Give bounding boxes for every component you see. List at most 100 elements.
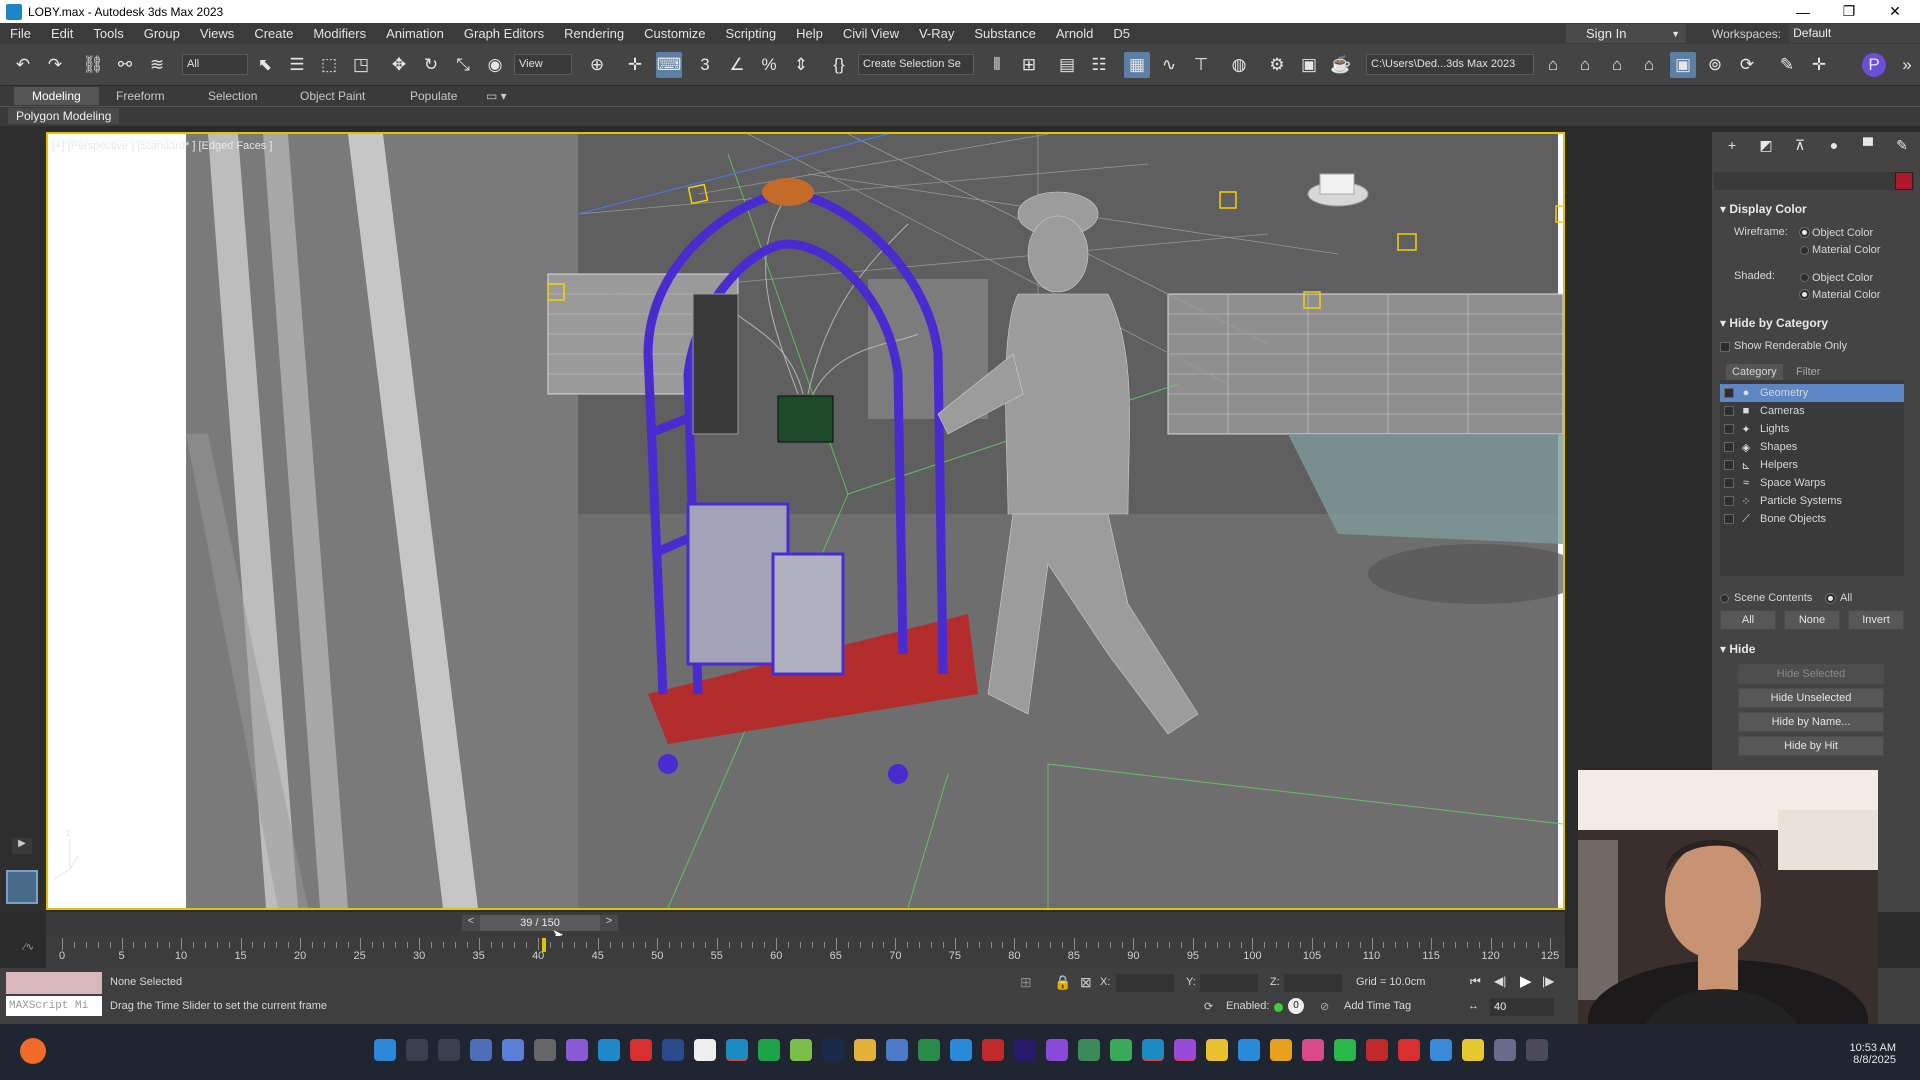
- track-bar[interactable]: ⁄∿ 0 5 10 15 20 25 30 35 40 45 50 55 60 65 70 75 80 85 90 9…: [24, 936, 1565, 968]
- pivot-center-icon[interactable]: ⊕: [584, 52, 610, 78]
- ribbon-options-icon[interactable]: ▭ ▾: [480, 87, 513, 105]
- project-settings-icon[interactable]: ⌂: [1604, 52, 1630, 78]
- weather-widget-icon[interactable]: [20, 1038, 46, 1064]
- show-renderable-only-checkbox[interactable]: [1720, 342, 1730, 352]
- category-checkbox[interactable]: [1724, 478, 1734, 488]
- app-icon[interactable]: [534, 1039, 556, 1061]
- snaps-toggle-icon[interactable]: 3: [692, 52, 718, 78]
- tab-selection[interactable]: Selection: [190, 87, 275, 105]
- reference-coord-select[interactable]: View: [514, 54, 572, 75]
- modify-tab-icon[interactable]: ◩: [1754, 134, 1778, 156]
- shaded-material-color-radio[interactable]: [1800, 290, 1809, 299]
- opera-browser-icon[interactable]: [630, 1039, 652, 1061]
- none-button[interactable]: None: [1784, 610, 1840, 630]
- absolute-mode-icon[interactable]: ⊠: [1080, 974, 1092, 991]
- copilot-icon[interactable]: [502, 1039, 524, 1061]
- add-time-tag-button[interactable]: Add Time Tag: [1344, 1000, 1411, 1012]
- motion-tab-icon[interactable]: ●: [1822, 134, 1846, 156]
- whatsapp-icon[interactable]: [1334, 1039, 1356, 1061]
- window-crossing-icon[interactable]: ◳: [348, 52, 374, 78]
- create-tab-icon[interactable]: +: [1720, 134, 1744, 156]
- photoshop-icon[interactable]: [822, 1039, 844, 1061]
- tab-filter[interactable]: Filter: [1796, 366, 1820, 378]
- transform-tool-icon[interactable]: ✛: [1806, 52, 1832, 78]
- current-frame-field[interactable]: 40: [1490, 998, 1554, 1016]
- scene-explorer-icon[interactable]: ▤: [1054, 52, 1080, 78]
- y-coordinate-field[interactable]: [1200, 974, 1258, 992]
- time-slider-thumb[interactable]: 39 / 150: [480, 915, 600, 931]
- menu-views[interactable]: Views: [190, 26, 244, 41]
- pin-tool-icon[interactable]: ✎: [1774, 52, 1800, 78]
- project-folder-icon[interactable]: ⌂: [1636, 52, 1662, 78]
- next-frame-icon[interactable]: |▶: [1542, 974, 1554, 988]
- app-icon[interactable]: [662, 1039, 684, 1061]
- hide-by-name-button[interactable]: Hide by Name...: [1738, 712, 1884, 732]
- tab-category[interactable]: Category: [1726, 364, 1783, 380]
- polygon-modeling-panel[interactable]: Polygon Modeling: [8, 108, 120, 124]
- edit-named-sets-icon[interactable]: {}: [826, 52, 852, 78]
- category-item-geometry[interactable]: ● Geometry: [1720, 384, 1904, 402]
- select-manipulate-icon[interactable]: ✛: [622, 52, 648, 78]
- file-explorer-icon[interactable]: [854, 1039, 876, 1061]
- key-mode-icon[interactable]: ↔: [1468, 1000, 1479, 1012]
- material-editor-icon[interactable]: ◍: [1226, 52, 1252, 78]
- toolbar-overflow-icon[interactable]: »: [1894, 52, 1920, 78]
- menu-tools[interactable]: Tools: [83, 26, 133, 41]
- all-radio[interactable]: [1826, 594, 1835, 603]
- mirror-icon[interactable]: ⫴: [984, 52, 1010, 78]
- chrome-icon[interactable]: [1430, 1039, 1452, 1061]
- app-icon[interactable]: [1398, 1039, 1420, 1061]
- close-button[interactable]: ✕: [1872, 0, 1918, 23]
- start-button-icon[interactable]: [374, 1039, 396, 1061]
- minimize-button[interactable]: —: [1780, 0, 1826, 23]
- viewport-layout-thumbnail[interactable]: [6, 870, 38, 904]
- x-coordinate-field[interactable]: [1116, 974, 1174, 992]
- curve-toggle-icon[interactable]: ⁄∿: [24, 942, 34, 953]
- named-selection-set-select[interactable]: Create Selection Se: [858, 54, 974, 75]
- menu-create[interactable]: Create: [244, 26, 303, 41]
- layer-explorer-icon[interactable]: ☷: [1086, 52, 1112, 78]
- hide-by-category-rollout[interactable]: Hide by Category: [1720, 316, 1828, 330]
- category-item-space-warps[interactable]: ≈ Space Warps: [1720, 474, 1904, 492]
- autocad-icon[interactable]: [694, 1039, 716, 1061]
- tab-object-paint[interactable]: Object Paint: [282, 87, 383, 105]
- menu-rendering[interactable]: Rendering: [554, 26, 634, 41]
- app-icon[interactable]: [1270, 1039, 1292, 1061]
- shaded-object-color-radio[interactable]: [1800, 273, 1809, 282]
- prev-frame-icon[interactable]: ◀|: [1494, 974, 1506, 988]
- move-icon[interactable]: ✥: [386, 52, 412, 78]
- expand-layout-icon[interactable]: ▶: [12, 838, 32, 854]
- save-icon[interactable]: ▣: [1670, 52, 1696, 78]
- scene-contents-radio[interactable]: [1720, 594, 1729, 603]
- select-object-icon[interactable]: ⬉: [252, 52, 278, 78]
- maxscript-mini-listener[interactable]: MAXScript Mi: [6, 996, 102, 1016]
- app-icon[interactable]: [1046, 1039, 1068, 1061]
- app-icon[interactable]: [1110, 1039, 1132, 1061]
- menu-arnold[interactable]: Arnold: [1046, 26, 1104, 41]
- category-item-particle-systems[interactable]: ⁘ Particle Systems: [1720, 492, 1904, 510]
- wireframe-object-color-radio[interactable]: [1800, 228, 1809, 237]
- app-icon[interactable]: [1238, 1039, 1260, 1061]
- app-icon[interactable]: [1526, 1039, 1548, 1061]
- perspective-viewport[interactable]: z [+] [Perspective ] [Standard* ] [Edged…: [46, 132, 1565, 910]
- rendered-frame-window-icon[interactable]: ▣: [1296, 52, 1322, 78]
- menu-vray[interactable]: V-Ray: [909, 26, 964, 41]
- object-color-swatch[interactable]: [1895, 172, 1913, 190]
- category-item-bone-objects[interactable]: ⟋ Bone Objects: [1720, 510, 1904, 528]
- app-icon[interactable]: [982, 1039, 1004, 1061]
- app-icon[interactable]: [1462, 1039, 1484, 1061]
- time-tag-icon[interactable]: ⊘: [1320, 1000, 1329, 1013]
- utilities-tab-icon[interactable]: ✎: [1890, 134, 1914, 156]
- adaptive-degradation-icon[interactable]: ⟳: [1204, 1000, 1213, 1013]
- display-color-rollout[interactable]: Display Color: [1720, 202, 1806, 216]
- invert-button[interactable]: Invert: [1848, 610, 1904, 630]
- category-item-cameras[interactable]: ■ Cameras: [1720, 402, 1904, 420]
- scale-icon[interactable]: ⤡: [450, 52, 476, 78]
- 3dsmax-instance-icon[interactable]: [1142, 1039, 1164, 1061]
- search-icon[interactable]: [406, 1039, 428, 1061]
- app-icon[interactable]: [886, 1039, 908, 1061]
- app-icon[interactable]: [918, 1039, 940, 1061]
- project-folder-select[interactable]: C:\Users\Ded...3ds Max 2023: [1366, 54, 1534, 75]
- z-coordinate-field[interactable]: [1284, 974, 1342, 992]
- hide-rollout[interactable]: Hide: [1720, 642, 1755, 656]
